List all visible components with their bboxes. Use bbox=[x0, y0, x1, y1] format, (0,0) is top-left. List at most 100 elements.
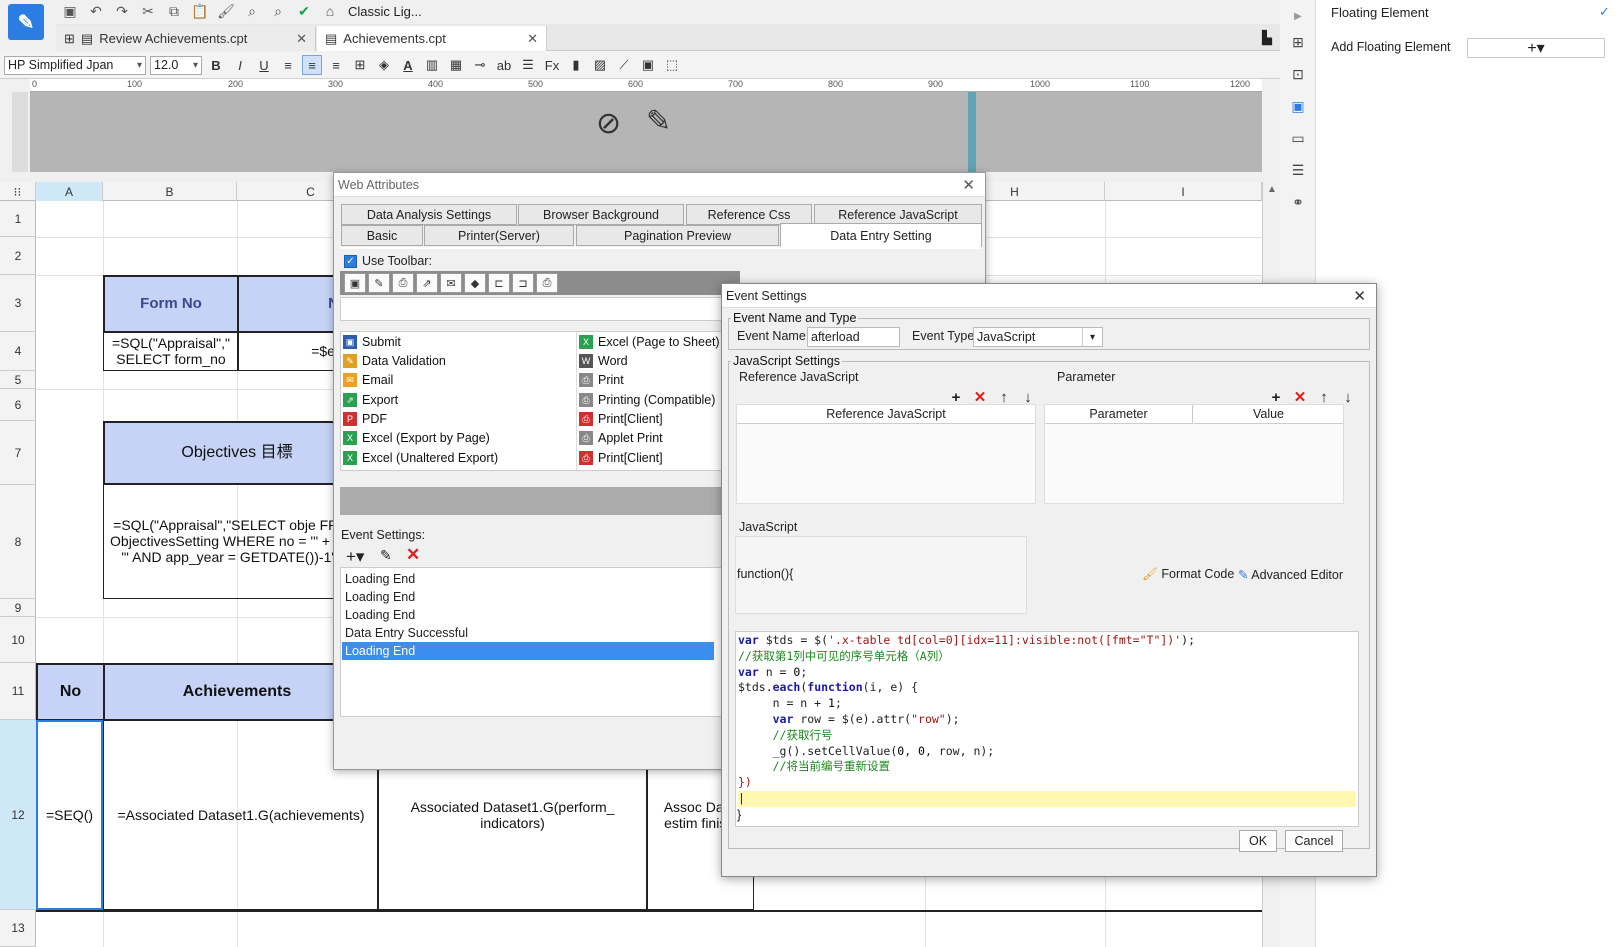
event-item-selected[interactable]: Loading End bbox=[342, 642, 714, 660]
cell-sql-objectives[interactable]: =SQL("Appraisal","SELECT obje FROM Objec… bbox=[103, 483, 371, 599]
select-all-icon[interactable]: ⁝⁝ bbox=[0, 182, 36, 201]
list-item[interactable]: ✉ Email bbox=[343, 370, 393, 390]
validate-icon[interactable]: ◆ bbox=[464, 273, 486, 293]
widget-icon[interactable]: ▭ bbox=[1288, 128, 1308, 148]
paste-icon[interactable]: 📋 bbox=[190, 1, 210, 21]
search-icon[interactable]: ⌕ bbox=[268, 1, 288, 21]
event-item[interactable]: Loading End bbox=[342, 588, 714, 606]
event-item[interactable]: Data Entry Successful bbox=[342, 624, 714, 642]
pencil-icon[interactable]: ✎ bbox=[646, 104, 671, 139]
tab-menu-icon[interactable]: ▙ bbox=[1262, 30, 1272, 46]
undo-icon[interactable]: ↶ bbox=[86, 1, 106, 21]
event-item[interactable]: Loading End bbox=[342, 606, 714, 624]
font-color-icon[interactable]: A bbox=[398, 55, 418, 75]
cell-attr-icon[interactable]: ⊞ bbox=[1288, 32, 1308, 52]
cell-no-header[interactable]: No bbox=[36, 663, 105, 721]
list-item[interactable]: P PDF bbox=[343, 409, 387, 429]
tab-reference-css[interactable]: Reference Css bbox=[686, 204, 812, 225]
tab-pagination-preview[interactable]: Pagination Preview bbox=[576, 225, 779, 246]
theme-icon[interactable]: ⌂ bbox=[320, 1, 340, 21]
add-floating-button[interactable]: +▾ bbox=[1467, 38, 1605, 58]
row-header-2[interactable]: 2 bbox=[0, 237, 36, 275]
style-icon[interactable]: ☰ bbox=[1288, 160, 1308, 180]
slash-icon[interactable]: ⟋ bbox=[614, 55, 634, 75]
javascript-code-editor[interactable]: var $tds = $('.x-table td[col=0][idx=11]… bbox=[735, 631, 1359, 827]
email-icon[interactable]: ✉ bbox=[440, 273, 462, 293]
row-header-8[interactable]: 8 bbox=[0, 485, 36, 599]
row-header-1[interactable]: 1 bbox=[0, 201, 36, 237]
row-header-6[interactable]: 6 bbox=[0, 389, 36, 421]
text-icon[interactable]: ab bbox=[494, 55, 514, 75]
row-header-4[interactable]: 4 bbox=[0, 332, 36, 371]
tab-reference-js[interactable]: Reference JavaScript bbox=[814, 204, 982, 225]
condition-icon[interactable]: ⊡ bbox=[1288, 64, 1308, 84]
link-icon[interactable]: ⊸ bbox=[470, 55, 490, 75]
tab-browser-background[interactable]: Browser Background bbox=[518, 204, 684, 225]
image-icon[interactable]: ▨ bbox=[590, 55, 610, 75]
format-painter-icon[interactable]: 🖌 bbox=[216, 1, 236, 21]
cell-seq[interactable]: =SEQ() bbox=[36, 720, 103, 910]
row-header-3[interactable]: 3 bbox=[0, 275, 36, 332]
list-item[interactable]: ⎙ Print bbox=[579, 370, 624, 390]
format-code-button[interactable]: 🖌 Format Code bbox=[1142, 567, 1234, 582]
font-size-select[interactable]: 12.0 ▾ bbox=[150, 55, 202, 75]
insert-row-icon[interactable]: ⊏ bbox=[488, 273, 510, 293]
chart-icon[interactable]: ▮ bbox=[566, 55, 586, 75]
list-item[interactable]: X Excel (Page to Sheet) bbox=[579, 332, 720, 352]
frame-icon[interactable]: ⬚ bbox=[662, 55, 682, 75]
font-family-select[interactable]: HP Simplified Jpan ▾ bbox=[4, 55, 146, 75]
row-header-9[interactable]: 9 bbox=[0, 599, 36, 617]
list-item[interactable]: ⇗ Export bbox=[343, 390, 398, 410]
align-right-icon[interactable]: ≡ bbox=[326, 55, 346, 75]
expand-icon[interactable]: ▶ bbox=[1288, 6, 1308, 26]
split-icon[interactable]: ▦ bbox=[446, 55, 466, 75]
list-item[interactable]: ⎙ Print[Client] bbox=[579, 409, 663, 429]
row-header-11[interactable]: 11 bbox=[0, 663, 36, 720]
list-item[interactable]: W Word bbox=[579, 351, 628, 371]
app-logo-icon[interactable]: ✎ bbox=[8, 4, 44, 40]
tab-printer-server[interactable]: Printer(Server) bbox=[424, 225, 574, 246]
edit-icon[interactable]: ✎ bbox=[368, 273, 390, 293]
hidden-eye-icon[interactable]: ⊘ bbox=[596, 106, 621, 141]
underline-icon[interactable]: U bbox=[254, 55, 274, 75]
cell-objectives[interactable]: Objectives 目標 bbox=[103, 421, 371, 485]
cut-icon[interactable]: ✂ bbox=[138, 1, 158, 21]
theme-selector[interactable]: Classic Lig... bbox=[348, 4, 422, 19]
align-center-icon[interactable]: ≡ bbox=[302, 55, 322, 75]
list-item[interactable]: ▣ Submit bbox=[343, 332, 401, 352]
close-icon[interactable]: ✕ bbox=[1353, 287, 1366, 305]
tab-basic[interactable]: Basic bbox=[341, 225, 423, 246]
tab-data-analysis[interactable]: Data Analysis Settings bbox=[341, 204, 517, 225]
close-icon[interactable]: ✕ bbox=[527, 31, 538, 47]
hyperlink-icon[interactable]: ⚭ bbox=[1288, 192, 1308, 212]
close-icon[interactable]: ✕ bbox=[962, 176, 975, 194]
tab-achievements[interactable]: ▤ Achievements.cpt ✕ bbox=[317, 26, 547, 51]
check-icon[interactable]: ✔ bbox=[294, 1, 314, 21]
collapse-icon[interactable]: ✓ bbox=[1599, 4, 1610, 20]
align-left-icon[interactable]: ≡ bbox=[278, 55, 298, 75]
fill-color-icon[interactable]: ◈ bbox=[374, 55, 394, 75]
list-icon[interactable]: ☰ bbox=[518, 55, 538, 75]
col-header-b[interactable]: B bbox=[103, 182, 237, 201]
delete-row-icon[interactable]: ⊐ bbox=[512, 273, 534, 293]
save-icon[interactable]: ▣ bbox=[344, 273, 366, 293]
tab-data-entry-setting[interactable]: Data Entry Setting bbox=[780, 223, 982, 247]
col-header-a[interactable]: A bbox=[36, 182, 103, 201]
merge-icon[interactable]: ▥ bbox=[422, 55, 442, 75]
event-type-select[interactable]: JavaScript ▾ bbox=[973, 327, 1103, 347]
preview-icon[interactable]: ⌕ bbox=[242, 1, 262, 21]
print-client-icon[interactable]: ⎙ bbox=[536, 273, 558, 293]
add-event-icon[interactable]: +▾ bbox=[346, 547, 364, 567]
border-icon[interactable]: ⊞ bbox=[350, 55, 370, 75]
copy-icon[interactable]: ⧉ bbox=[164, 1, 184, 21]
row-header-10[interactable]: 10 bbox=[0, 617, 36, 663]
chevron-up-icon[interactable]: ▲ bbox=[1267, 184, 1277, 195]
list-item[interactable]: X Excel (Unaltered Export) bbox=[343, 448, 498, 468]
tab-review-achievements[interactable]: ⊞ ▤ Review Achievements.cpt ✕ bbox=[56, 26, 316, 51]
list-item[interactable]: X Excel (Export by Page) bbox=[343, 428, 490, 448]
list-item[interactable]: ⎙ Print[Client] bbox=[579, 448, 663, 468]
edit-event-icon[interactable]: ✎ bbox=[380, 547, 392, 564]
row-header-12[interactable]: 12 bbox=[0, 720, 36, 910]
bold-icon[interactable]: B bbox=[206, 55, 226, 75]
ok-button[interactable]: OK bbox=[1239, 830, 1277, 852]
